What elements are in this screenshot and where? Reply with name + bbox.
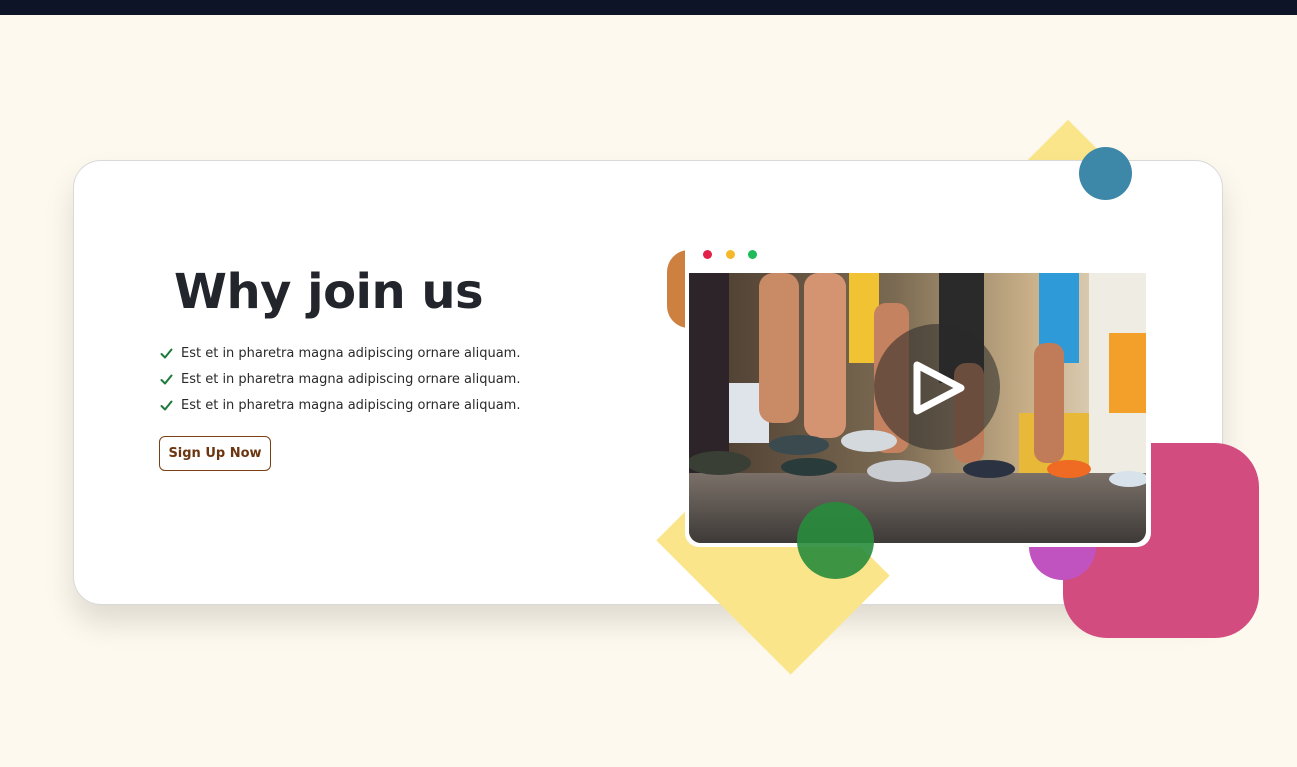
check-icon bbox=[160, 374, 173, 384]
feature-item: Est et in pharetra magna adipiscing orna… bbox=[160, 392, 520, 418]
window-dot-red bbox=[703, 250, 712, 259]
check-icon bbox=[160, 400, 173, 410]
window-dot-yellow bbox=[726, 250, 735, 259]
video-window bbox=[685, 232, 1151, 547]
window-dot-green bbox=[748, 250, 757, 259]
play-icon bbox=[913, 361, 965, 415]
video-thumbnail[interactable] bbox=[689, 273, 1146, 543]
play-button[interactable] bbox=[874, 324, 1000, 450]
feature-text: Est et in pharetra magna adipiscing orna… bbox=[181, 345, 521, 361]
green-circle-decoration bbox=[797, 502, 874, 579]
feature-text: Est et in pharetra magna adipiscing orna… bbox=[181, 397, 521, 413]
feature-item: Est et in pharetra magna adipiscing orna… bbox=[160, 366, 520, 392]
section-heading: Why join us bbox=[174, 264, 484, 320]
feature-list: Est et in pharetra magna adipiscing orna… bbox=[160, 340, 520, 418]
check-icon bbox=[160, 348, 173, 358]
feature-item: Est et in pharetra magna adipiscing orna… bbox=[160, 340, 520, 366]
feature-text: Est et in pharetra magna adipiscing orna… bbox=[181, 371, 521, 387]
blue-circle-decoration bbox=[1079, 147, 1132, 200]
sign-up-button[interactable]: Sign Up Now bbox=[159, 436, 271, 471]
top-bar bbox=[0, 0, 1297, 15]
